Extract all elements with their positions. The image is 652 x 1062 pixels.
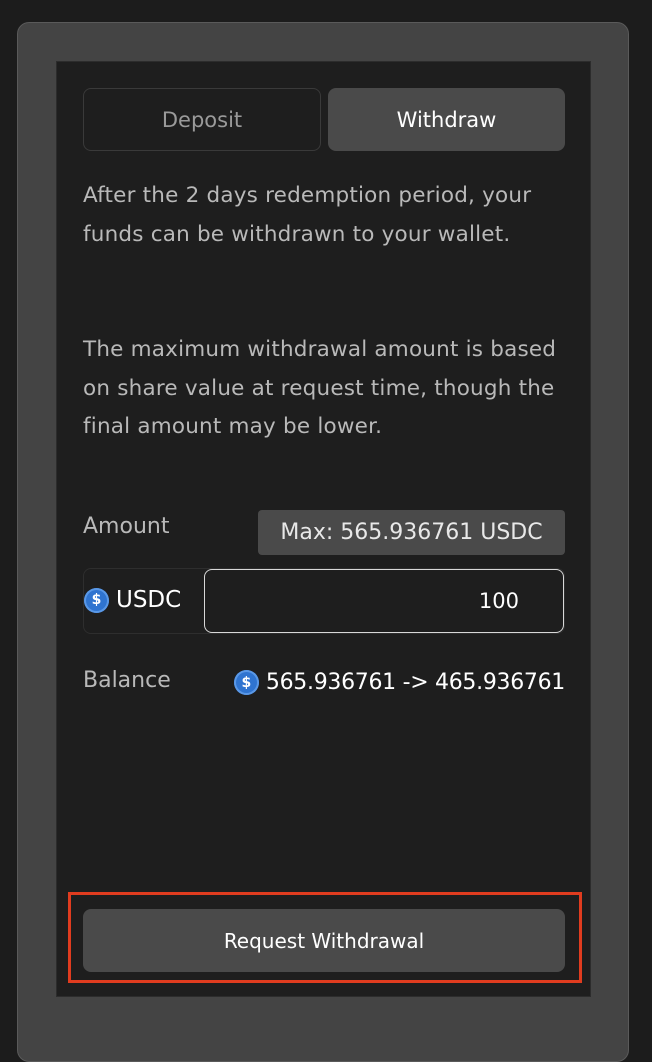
- tab-deposit-label: Deposit: [161, 107, 243, 132]
- tab-deposit[interactable]: Deposit: [83, 88, 321, 151]
- max-amount-button[interactable]: Max: 565.936761 USDC: [258, 510, 565, 555]
- amount-label: Amount: [83, 514, 170, 539]
- tab-withdraw[interactable]: Withdraw: [328, 88, 565, 151]
- usdc-coin-icon: $: [233, 670, 259, 695]
- balance-label: Balance: [83, 668, 171, 693]
- request-withdrawal-label: Request Withdrawal: [223, 928, 425, 953]
- tab-withdraw-label: Withdraw: [396, 107, 497, 132]
- token-name: USDC: [116, 587, 182, 613]
- balance-change-text: 565.936761 -> 465.936761: [265, 670, 565, 695]
- token-selector[interactable]: $ USDC: [84, 575, 181, 625]
- balance-value: $ 565.936761 -> 465.936761: [233, 670, 565, 695]
- usdc-coin-icon: $: [84, 587, 109, 613]
- redemption-period-description: After the 2 days redemption period, your…: [83, 183, 532, 247]
- max-amount-label: Max: 565.936761 USDC: [280, 520, 543, 545]
- amount-input[interactable]: [204, 569, 564, 633]
- request-withdrawal-button[interactable]: Request Withdrawal: [83, 909, 565, 972]
- max-amount-description: The maximum withdrawal amount is based o…: [83, 337, 557, 439]
